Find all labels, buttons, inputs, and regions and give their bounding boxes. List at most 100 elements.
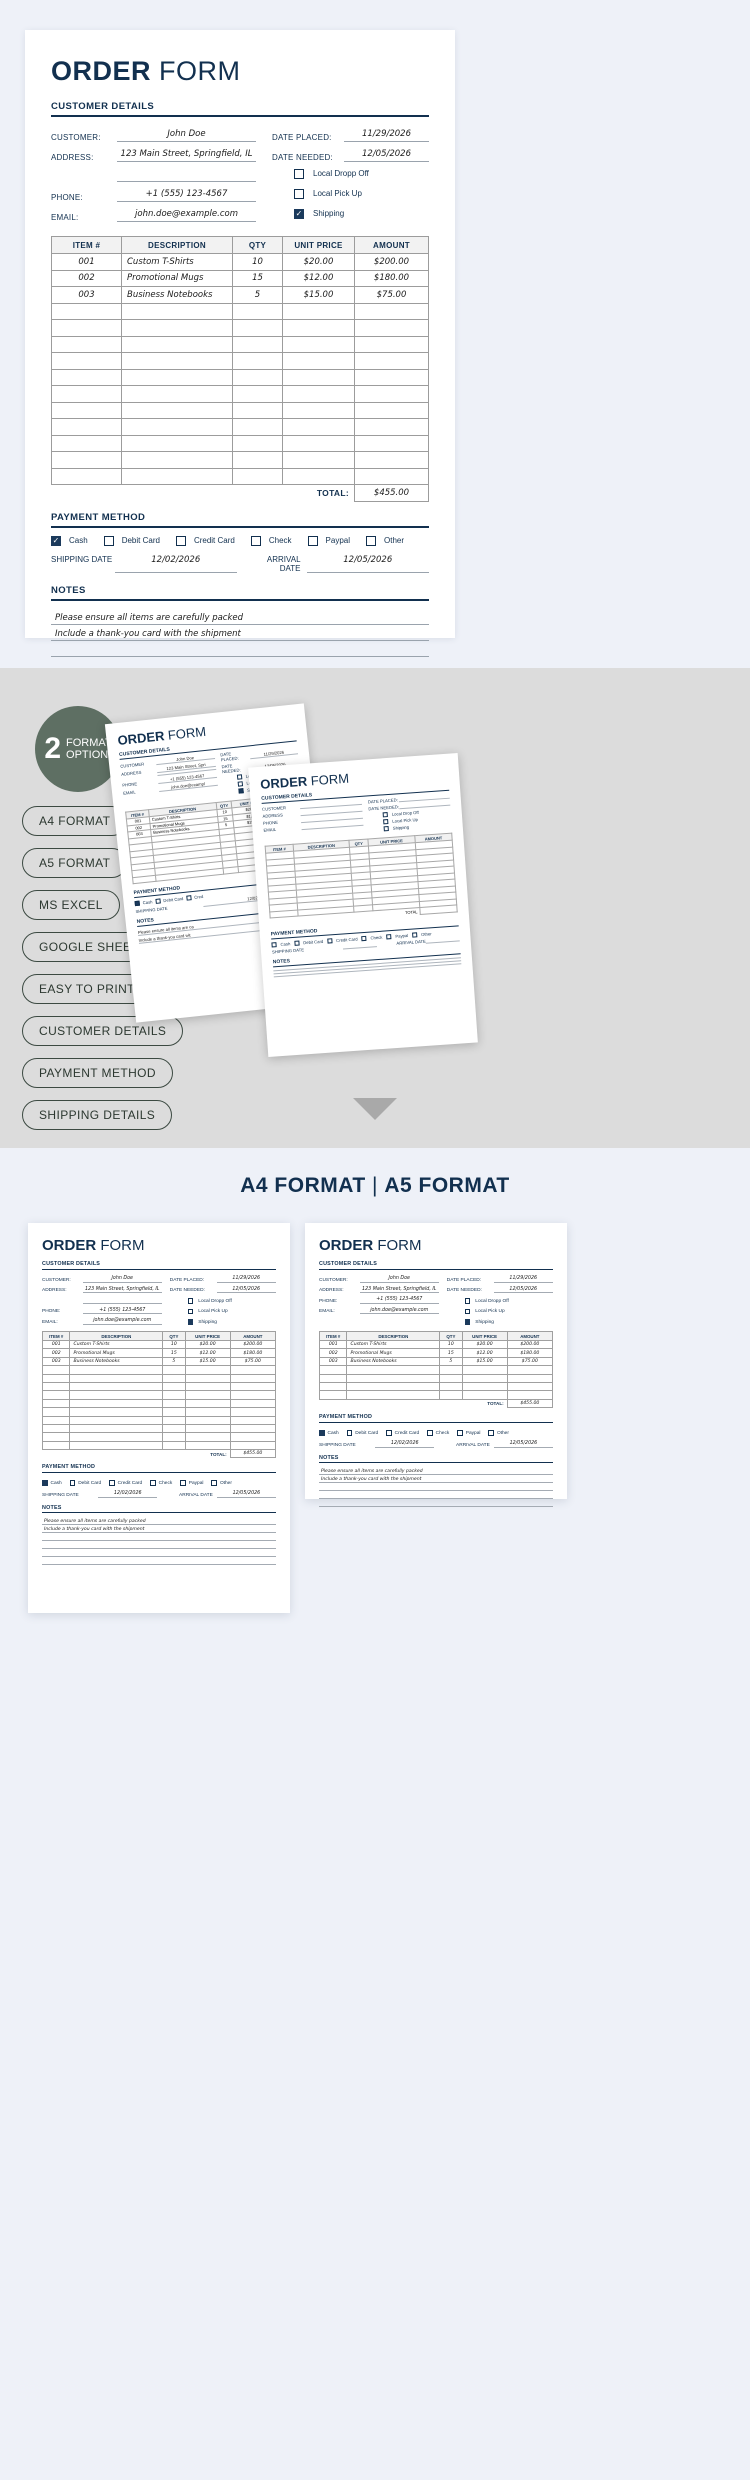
cell-empty[interactable] — [232, 335, 283, 353]
cell-empty[interactable] — [51, 302, 122, 320]
checkbox-icon[interactable] — [294, 168, 304, 179]
cell-empty[interactable] — [232, 368, 283, 386]
checkbox-checked-icon[interactable] — [51, 535, 61, 546]
checkbox-icon[interactable] — [366, 535, 376, 546]
table-row-empty[interactable] — [51, 352, 429, 370]
cell-empty[interactable] — [51, 335, 122, 353]
note-line[interactable]: Include a thank-you card with the shipme… — [51, 625, 429, 641]
cell-unit-price[interactable]: $12.00 — [282, 269, 355, 287]
cell-empty[interactable] — [354, 352, 429, 370]
cell-amount[interactable]: $180.00 — [354, 269, 429, 287]
customer-input[interactable]: John Doe — [117, 129, 256, 142]
date-needed-input[interactable]: 12/05/2026 — [344, 149, 429, 162]
cell-item[interactable]: 002 — [51, 269, 122, 287]
date-placed-input[interactable]: 11/29/2026 — [344, 129, 429, 142]
cell-empty[interactable] — [121, 319, 233, 337]
cell-empty[interactable] — [282, 451, 355, 469]
cell-description[interactable]: Custom T-Shirts — [121, 253, 233, 271]
cell-empty[interactable] — [51, 418, 122, 436]
cell-empty[interactable] — [121, 418, 233, 436]
table-row-empty[interactable] — [51, 385, 429, 403]
table-row[interactable]: 003 Business Notebooks 5 $15.00 $75.00 — [51, 286, 429, 304]
cell-amount[interactable]: $200.00 — [354, 253, 429, 271]
table-row[interactable]: 002 Promotional Mugs 15 $12.00 $180.00 — [51, 269, 429, 287]
payment-option-paypal[interactable]: Paypal — [307, 535, 366, 546]
cell-empty[interactable] — [282, 335, 355, 353]
checkbox-icon[interactable] — [175, 535, 186, 546]
cell-empty[interactable] — [232, 401, 283, 419]
cell-empty[interactable] — [354, 319, 429, 337]
cell-empty[interactable] — [354, 335, 429, 353]
cell-empty[interactable] — [51, 434, 122, 452]
cell-empty[interactable] — [121, 302, 233, 320]
table-row-empty[interactable] — [51, 451, 429, 469]
cell-empty[interactable] — [282, 385, 355, 403]
cell-empty[interactable] — [51, 451, 122, 469]
cell-empty[interactable] — [232, 434, 283, 452]
feature-pill-ms-excel[interactable]: MS EXCEL — [22, 890, 120, 920]
table-row-empty[interactable] — [51, 434, 429, 452]
arrival-date-input[interactable]: 12/05/2026 — [306, 555, 429, 573]
checkbox-icon[interactable] — [307, 535, 318, 546]
feature-pill-shipping-details[interactable]: SHIPPING DETAILS — [22, 1100, 173, 1130]
table-row-empty[interactable] — [51, 368, 429, 386]
cell-empty[interactable] — [51, 319, 122, 337]
email-input[interactable]: john.doe@example.com — [117, 209, 256, 222]
cell-empty[interactable] — [282, 418, 355, 436]
payment-option-other[interactable]: Other — [366, 535, 420, 546]
cell-empty[interactable] — [232, 451, 283, 469]
cell-empty[interactable] — [121, 368, 233, 386]
cell-empty[interactable] — [121, 385, 233, 403]
cell-empty[interactable] — [354, 302, 429, 320]
cell-qty[interactable]: 15 — [232, 269, 283, 287]
cell-qty[interactable]: 5 — [232, 286, 283, 304]
cell-empty[interactable] — [354, 451, 429, 469]
cell-empty[interactable] — [232, 352, 283, 370]
cell-empty[interactable] — [51, 385, 122, 403]
cell-empty[interactable] — [51, 368, 122, 386]
phone-input[interactable]: +1 (555) 123-4567 — [117, 189, 256, 202]
note-line[interactable] — [51, 641, 429, 657]
cell-item[interactable]: 003 — [51, 286, 122, 304]
address-input-2[interactable] — [117, 180, 256, 182]
checkbox-icon[interactable] — [103, 535, 114, 546]
cell-empty[interactable] — [282, 467, 355, 485]
cell-empty[interactable] — [51, 401, 122, 419]
cell-empty[interactable] — [282, 434, 355, 452]
cell-empty[interactable] — [354, 467, 429, 485]
feature-pill-a5-format[interactable]: A5 FORMAT — [22, 848, 128, 878]
cell-qty[interactable]: 10 — [232, 253, 283, 271]
cell-unit-price[interactable]: $15.00 — [282, 286, 355, 304]
delivery-option-local-dropp-off[interactable]: Local Dropp Off — [272, 165, 429, 182]
checkbox-checked-icon[interactable] — [294, 208, 304, 219]
table-row-empty[interactable] — [51, 418, 429, 436]
cell-description[interactable]: Promotional Mugs — [121, 269, 233, 287]
payment-option-credit-card[interactable]: Credit Card — [175, 535, 251, 546]
cell-empty[interactable] — [121, 335, 233, 353]
cell-empty[interactable] — [282, 302, 355, 320]
cell-amount[interactable]: $75.00 — [354, 286, 429, 304]
payment-option-cash[interactable]: Cash — [51, 535, 104, 546]
table-row-empty[interactable] — [51, 335, 429, 353]
cell-empty[interactable] — [121, 467, 233, 485]
table-row-empty[interactable] — [51, 302, 429, 320]
cell-empty[interactable] — [51, 467, 122, 485]
feature-pill-payment-method[interactable]: PAYMENT METHOD — [22, 1058, 173, 1088]
cell-empty[interactable] — [232, 319, 283, 337]
feature-pill-a4-format[interactable]: A4 FORMAT — [22, 806, 128, 836]
cell-empty[interactable] — [232, 467, 283, 485]
cell-empty[interactable] — [282, 352, 355, 370]
cell-empty[interactable] — [282, 368, 355, 386]
cell-empty[interactable] — [354, 418, 429, 436]
feature-pill-customer-details[interactable]: CUSTOMER DETAILS — [22, 1016, 184, 1046]
delivery-option-shipping[interactable]: Shipping — [272, 205, 429, 222]
delivery-option-local-pick-up[interactable]: Local Pick Up — [272, 185, 429, 202]
address-input[interactable]: 123 Main Street, Springfield, IL — [117, 149, 256, 162]
cell-item[interactable]: 001 — [51, 253, 122, 271]
cell-unit-price[interactable]: $20.00 — [282, 253, 355, 271]
cell-empty[interactable] — [232, 418, 283, 436]
cell-empty[interactable] — [354, 434, 429, 452]
cell-empty[interactable] — [121, 352, 233, 370]
checkbox-icon[interactable] — [250, 535, 261, 546]
cell-empty[interactable] — [121, 451, 233, 469]
